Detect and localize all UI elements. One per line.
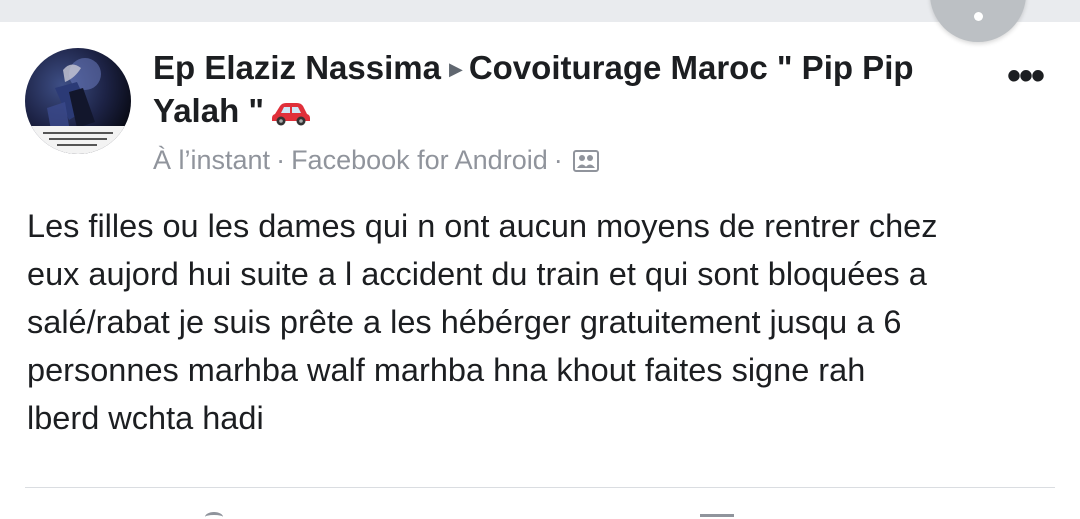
post-text-line: eux aujord hui suite a l accident du tra… [27,256,927,292]
group-name[interactable]: Covoiturage Maroc " Pip Pip [469,49,914,86]
avatar-image [25,58,131,154]
more-options-icon[interactable]: ••• [1000,56,1050,96]
floating-action-button[interactable] [930,0,1026,42]
group-audience-icon[interactable] [572,146,599,180]
meta-separator: · [276,145,286,175]
car-icon [270,94,312,136]
post-text-line: salé/rabat je suis prête a les hébérger … [27,304,902,340]
author-name[interactable]: Ep Elaziz Nassima [153,49,441,86]
meta-separator: · [553,145,563,175]
comment-icon[interactable] [700,514,734,519]
group-name-continued[interactable]: Yalah " [153,92,264,129]
post-text-line: Les filles ou les dames qui n ont aucun … [27,208,938,244]
author-avatar[interactable] [25,48,131,154]
post-text-line: personnes marhba walf marhba hna khout f… [27,352,866,388]
triangle-right-icon: ▶ [448,59,463,79]
post-text: Les filles ou les dames qui n ont aucun … [27,202,1057,442]
post-timestamp[interactable]: À l’instant [153,145,270,175]
top-strip [0,0,1080,22]
post-header: Ep Elaziz Nassima ▶ Covoiturage Maroc " Pi… [153,47,973,136]
post-meta: À l’instant · Facebook for Android · [153,143,599,180]
post-text-line: lberd wchta hadi [27,400,264,436]
like-icon[interactable] [205,512,223,519]
post-source: Facebook for Android [291,145,548,175]
action-divider [25,487,1055,488]
facebook-post-screen: Ep Elaziz Nassima ▶ Covoiturage Maroc " Pi… [0,0,1080,519]
fab-dot-icon [974,12,983,21]
